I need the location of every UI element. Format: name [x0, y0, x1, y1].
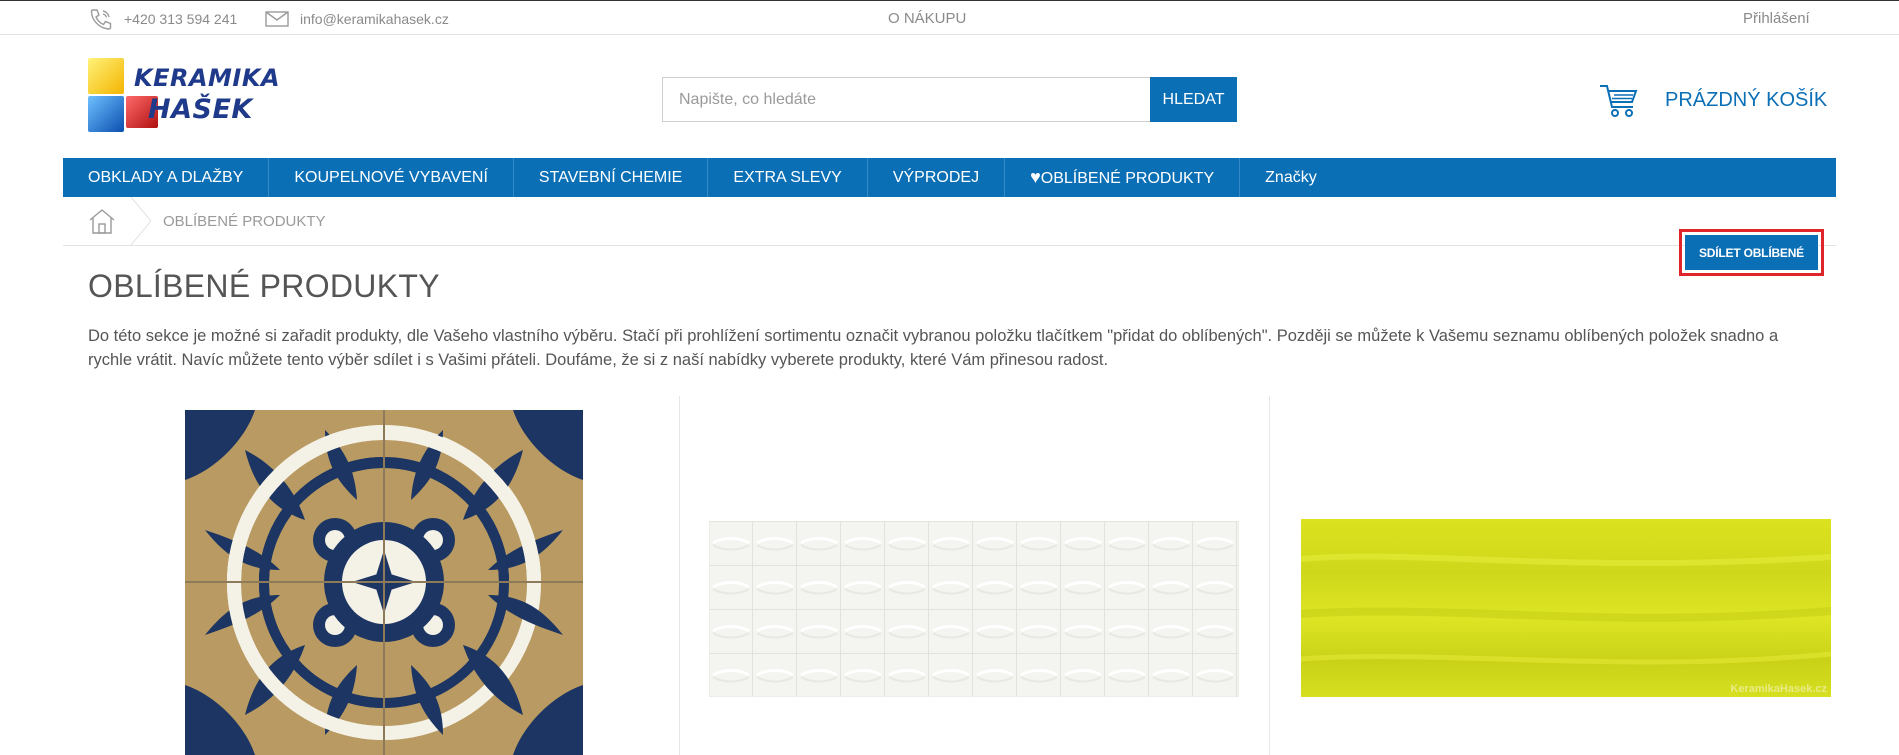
favorite-products-grid: KeramikaHasek.cz [63, 396, 1836, 755]
phone-number[interactable]: +420 313 594 241 [124, 11, 237, 27]
heart-icon: ♥ [1030, 167, 1041, 187]
nav-item-favorites-label: OBLÍBENÉ PRODUKTY [1040, 170, 1215, 187]
breadcrumb: OBLÍBENÉ PRODUKTY [63, 197, 1836, 246]
home-icon[interactable] [88, 207, 116, 235]
phone-contact[interactable]: +420 313 594 241 [88, 7, 237, 31]
image-watermark: KeramikaHasek.cz [1730, 683, 1827, 695]
logo-text-hasek: HAŠEK [148, 94, 253, 125]
nav-item-bathroom[interactable]: KOUPELNOVÉ VYBAVENÍ [269, 158, 514, 197]
page-title: OBLÍBENÉ PRODUKTY [88, 268, 440, 304]
nav-item-brands[interactable]: Značky [1240, 158, 1342, 197]
site-logo[interactable]: KERAMIKA HAŠEK [88, 58, 280, 134]
product-image-yellow-tile[interactable]: KeramikaHasek.cz [1301, 519, 1831, 697]
product-divider [679, 396, 680, 755]
shopping-cart-icon [1600, 85, 1638, 117]
about-shopping-link[interactable]: O NÁKUPU [888, 10, 966, 27]
share-favorites-highlight: SDÍLET OBLÍBENÉ [1679, 229, 1824, 276]
logo-square-blue [88, 96, 124, 132]
share-favorites-button[interactable]: SDÍLET OBLÍBENÉ [1685, 235, 1818, 270]
yellow-tile-texture [1301, 553, 1831, 665]
nav-item-tiles[interactable]: OBKLADY A DLAŽBY [63, 158, 270, 197]
search-bar: HLEDAT [662, 77, 1237, 122]
search-input[interactable] [662, 77, 1150, 122]
nav-item-building-chemistry[interactable]: STAVEBNÍ CHEMIE [514, 158, 709, 197]
login-link[interactable]: Přihlášení [1743, 10, 1810, 27]
search-button[interactable]: HLEDAT [1150, 77, 1237, 122]
email-address[interactable]: info@keramikahasek.cz [300, 11, 449, 27]
page-intro: Do této sekce je možné si zařadit produk… [88, 327, 1779, 369]
cart-label[interactable]: PRÁZDNÝ KOŠÍK [1665, 89, 1827, 112]
phone-icon [90, 9, 112, 30]
main-navigation: OBKLADY A DLAŽBY KOUPELNOVÉ VYBAVENÍ STA… [63, 158, 1836, 197]
cart[interactable]: PRÁZDNÝ KOŠÍK [1598, 80, 1827, 120]
breadcrumb-current: OBLÍBENÉ PRODUKTY [163, 213, 326, 230]
nav-item-extra-discounts[interactable]: EXTRA SLEVY [708, 158, 868, 197]
logo-square-yellow [88, 58, 124, 94]
top-bar: +420 313 594 241 info@keramikahasek.cz O… [0, 0, 1899, 35]
nav-item-favorites[interactable]: ♥OBLÍBENÉ PRODUKTY [1005, 158, 1241, 197]
breadcrumb-separator-icon [130, 197, 152, 245]
email-contact[interactable]: info@keramikahasek.cz [264, 7, 449, 31]
product-image-white-tile[interactable] [709, 521, 1239, 697]
envelope-icon [265, 11, 289, 27]
logo-text-keramika: KERAMIKA [134, 64, 281, 92]
product-image-patterned-tile[interactable] [185, 410, 583, 755]
nav-item-sale[interactable]: VÝPRODEJ [868, 158, 1006, 197]
product-divider [1269, 396, 1270, 755]
